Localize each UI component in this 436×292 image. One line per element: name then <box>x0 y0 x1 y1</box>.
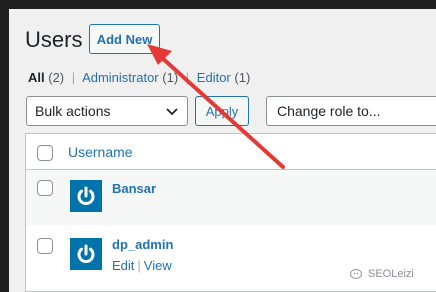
username-link[interactable]: Bansar <box>112 181 156 196</box>
window-top-bar <box>0 0 436 9</box>
page-title: Users <box>25 27 83 52</box>
add-new-button[interactable]: Add New <box>89 24 160 54</box>
filter-all-count: (2) <box>48 70 65 85</box>
bulk-actions-value: Bulk actions <box>35 103 111 119</box>
filter-administrator-count: (1) <box>162 70 179 85</box>
watermark: SEOLeizi <box>350 268 414 280</box>
row-checkbox[interactable] <box>37 238 53 254</box>
edit-link[interactable]: Edit <box>112 258 134 273</box>
select-all-checkbox[interactable] <box>37 145 53 161</box>
filter-administrator-link[interactable]: Administrator <box>82 70 159 85</box>
apply-button[interactable]: Apply <box>195 96 249 126</box>
table-row: Bansar <box>26 170 436 225</box>
row-checkbox[interactable] <box>37 180 53 196</box>
table-row: dp_admin Edit | View <box>26 225 436 291</box>
user-role-filters: All (2) | Administrator (1) | Editor (1) <box>28 70 250 85</box>
column-username-header[interactable]: Username <box>68 144 133 160</box>
power-icon <box>77 186 95 206</box>
watermark-icon <box>350 268 363 280</box>
row-actions: Edit | View <box>112 258 172 273</box>
username-link[interactable]: dp_admin <box>112 237 173 252</box>
view-link[interactable]: View <box>144 258 172 273</box>
watermark-text: SEOLeizi <box>368 268 414 280</box>
admin-sidebar-edge <box>0 0 9 292</box>
change-role-value: Change role to... <box>277 103 381 119</box>
change-role-select[interactable]: Change role to... <box>266 96 436 126</box>
avatar <box>70 238 102 270</box>
filter-all-label[interactable]: All <box>28 70 45 85</box>
filter-separator: | <box>71 70 76 85</box>
power-icon <box>77 244 95 264</box>
filter-editor-link[interactable]: Editor <box>197 70 231 85</box>
bulk-actions-select[interactable]: Bulk actions <box>26 96 188 126</box>
table-header: Username <box>26 134 436 170</box>
filter-editor-count: (1) <box>234 70 251 85</box>
avatar <box>70 180 102 212</box>
action-separator: | <box>137 258 141 273</box>
chevron-down-icon <box>166 108 178 116</box>
filter-separator: | <box>185 70 190 85</box>
